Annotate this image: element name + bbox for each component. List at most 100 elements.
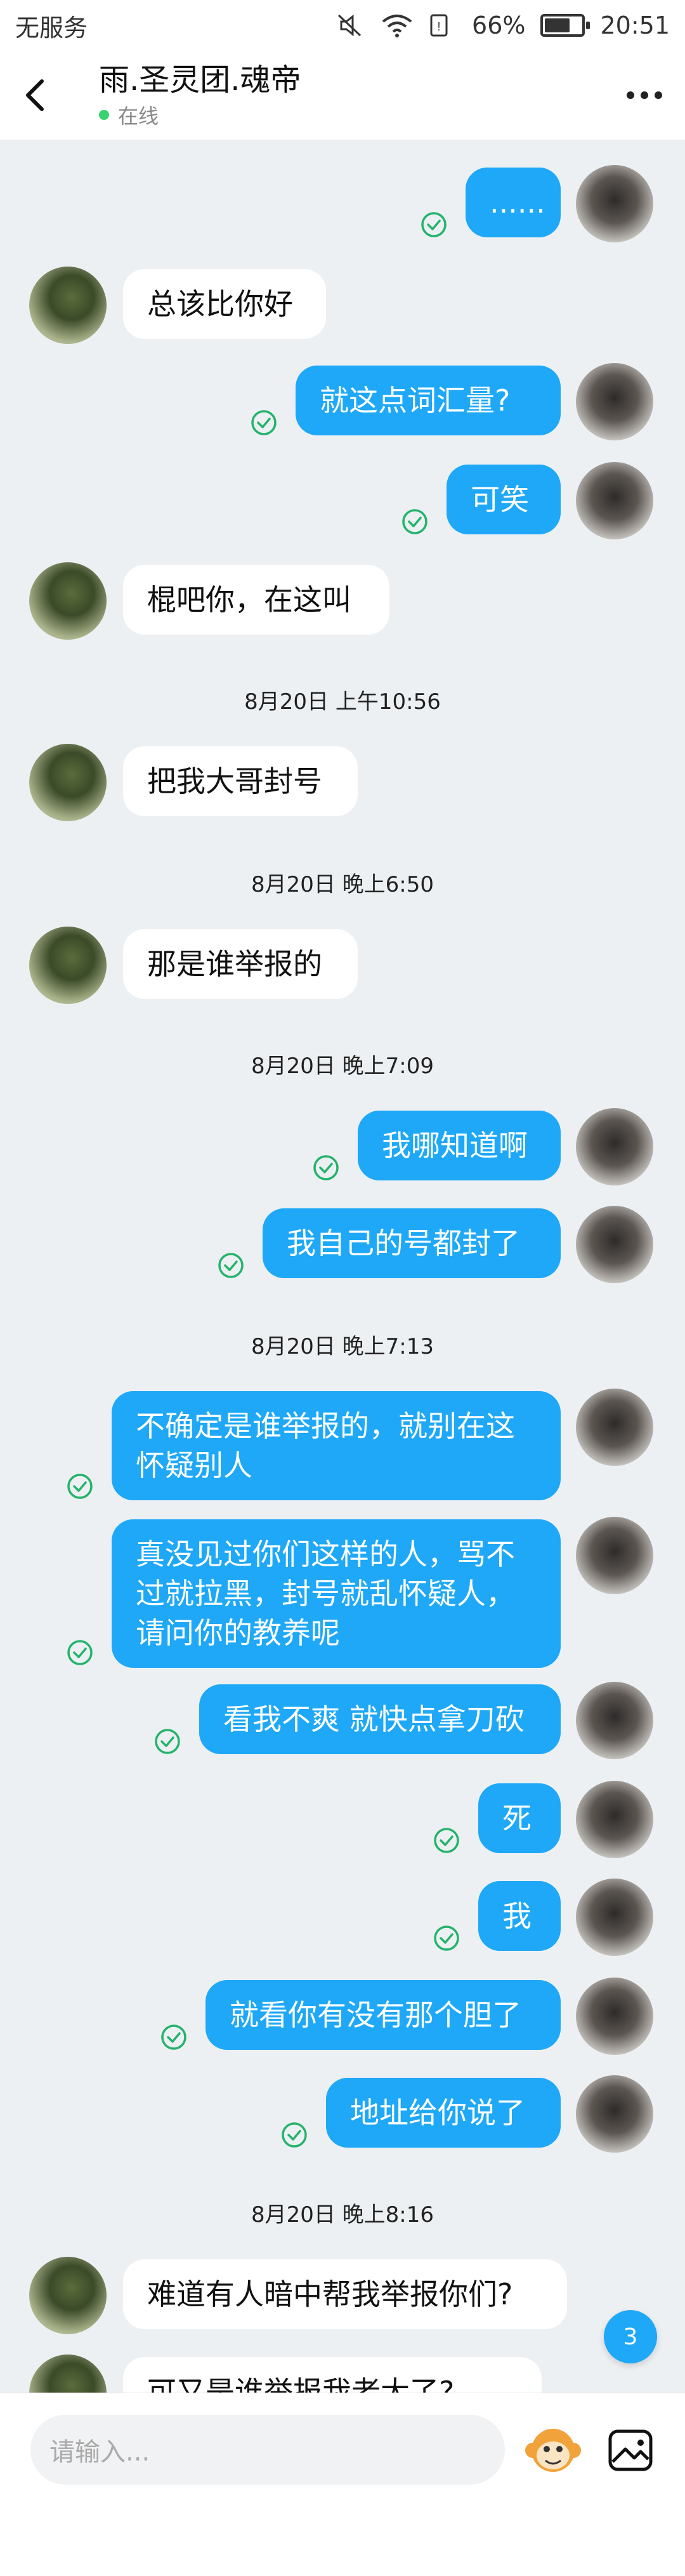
my-avatar[interactable]: [576, 1781, 653, 1858]
message-text: 我哪知道啊: [382, 1128, 528, 1163]
message-bubble[interactable]: ......: [466, 168, 561, 237]
received-message: 那是谁举报的: [0, 927, 685, 1004]
message-bubble[interactable]: 总该比你好: [123, 269, 326, 339]
check-circle-icon: [217, 1252, 245, 1279]
check-circle-icon: [312, 1154, 340, 1182]
check-circle-icon: [153, 1727, 181, 1755]
sent-message: 就看你有没有那个胆了: [0, 1978, 685, 2055]
message-text: 总该比你好: [147, 287, 293, 321]
check-circle-icon: [280, 2121, 308, 2149]
message-text: 我自己的号都封了: [287, 1226, 520, 1260]
message-text-line: 真没见过你们这样的人，骂不: [136, 1537, 515, 1571]
my-avatar[interactable]: [576, 1389, 653, 1466]
check-circle-icon: [401, 508, 429, 536]
chat-header: 雨.圣灵团.魂帝 在线: [0, 51, 685, 140]
contact-avatar[interactable]: [29, 267, 107, 344]
my-avatar[interactable]: [576, 1517, 653, 1594]
message-bubble[interactable]: 棍吧你，在这叫: [123, 565, 389, 635]
online-dot: [99, 110, 109, 120]
timestamp: 8月20日 上午10:56: [244, 689, 441, 715]
my-avatar[interactable]: [576, 1879, 653, 1956]
message-text-line: 请问你的教养呢: [136, 1616, 340, 1650]
back-button[interactable]: [23, 67, 80, 124]
message-text-line: 过就拉黑，封号就乱怀疑人，: [136, 1576, 515, 1611]
message-text: 棍吧你，在这叫: [147, 583, 351, 617]
message-bubble[interactable]: 地址给你说了: [326, 2078, 561, 2148]
message-text: 可又是谁举报我老大了?: [147, 2375, 455, 2393]
message-bubble[interactable]: 把我大哥封号: [123, 746, 358, 816]
my-avatar[interactable]: [576, 462, 653, 539]
message-bubble[interactable]: 就看你有没有那个胆了: [206, 1980, 561, 2050]
more-button[interactable]: [605, 67, 662, 124]
received-message: 可又是谁举报我老大了?: [0, 2355, 685, 2393]
my-avatar[interactable]: [576, 165, 653, 242]
message-text: 那是谁举报的: [147, 947, 322, 981]
contact-name[interactable]: 雨.圣灵团.魂帝: [99, 61, 605, 99]
contact-avatar[interactable]: [29, 2355, 107, 2393]
check-circle-icon: [160, 2023, 188, 2051]
contact-avatar[interactable]: [29, 744, 107, 821]
battery-icon: [540, 14, 590, 37]
timestamp: 8月20日 晚上8:16: [251, 2202, 434, 2228]
my-avatar[interactable]: [576, 1682, 653, 1759]
message-bubble[interactable]: 可又是谁举报我老大了?: [123, 2357, 542, 2393]
sent-message: 看我不爽 就快点拿刀砍: [0, 1682, 685, 1759]
message-text: ......: [490, 185, 545, 220]
my-avatar[interactable]: [576, 2075, 653, 2153]
message-bubble[interactable]: 死: [478, 1783, 561, 1853]
my-avatar[interactable]: [576, 1206, 653, 1283]
message-bubble[interactable]: 就这点词汇量?: [296, 366, 561, 435]
message-text: 就看你有没有那个胆了: [230, 1998, 521, 2032]
sent-message: 我: [0, 1879, 685, 1956]
battery-percent: 66%: [472, 11, 526, 39]
message-list[interactable]: ...... 总该比你好就这点词汇量? 可笑棍吧你，在这叫 8月20日 上午10:56…: [0, 140, 685, 2393]
check-circle-icon: [66, 1639, 94, 1667]
timestamp: 8月20日 晚上7:09: [251, 1054, 434, 1079]
message-text: 难道有人暗中帮我举报你们?: [147, 2277, 513, 2311]
message-bubble[interactable]: 我哪知道啊: [358, 1111, 561, 1180]
message-bubble[interactable]: 我自己的号都封了: [263, 1208, 561, 1278]
sent-message: 地址给你说了: [0, 2075, 685, 2153]
emoji-monkey-icon: [525, 2429, 581, 2472]
contact-avatar[interactable]: [29, 562, 107, 640]
received-message: 总该比你好: [0, 267, 685, 344]
sent-message: 可笑: [0, 462, 685, 539]
sent-message: 不确定是谁举报的，就别在这 怀疑别人: [0, 1389, 685, 1500]
my-avatar[interactable]: [576, 1108, 653, 1186]
my-avatar[interactable]: [576, 363, 653, 440]
message-bubble[interactable]: 我: [478, 1881, 561, 1951]
received-message: 把我大哥封号: [0, 744, 685, 821]
contact-avatar[interactable]: [29, 2257, 107, 2334]
more-dots-icon: [627, 91, 634, 99]
message-bubble[interactable]: 那是谁举报的: [123, 929, 358, 999]
svg-text:!: !: [438, 20, 441, 33]
online-status: 在线: [99, 100, 605, 129]
sent-message: 死: [0, 1781, 685, 1858]
contact-avatar[interactable]: [29, 927, 107, 1004]
sim-icon: !: [426, 13, 457, 38]
sent-message: 我自己的号都封了: [0, 1206, 685, 1283]
received-message: 棍吧你，在这叫: [0, 562, 685, 640]
message-bubble[interactable]: 难道有人暗中帮我举报你们?: [123, 2259, 567, 2329]
message-bubble[interactable]: 看我不爽 就快点拿刀砍: [199, 1684, 561, 1754]
message-text: 就这点词汇量?: [320, 383, 511, 418]
online-status-label: 在线: [118, 104, 159, 128]
check-circle-icon: [433, 1924, 460, 1952]
message-text-line: 不确定是谁举报的，就别在这: [136, 1409, 515, 1443]
check-circle-icon: [66, 1472, 94, 1500]
timestamp: 8月20日 晚上6:50: [251, 872, 434, 897]
unread-badge[interactable]: 3: [604, 2310, 657, 2363]
sent-message: 我哪知道啊: [0, 1108, 685, 1186]
message-bubble[interactable]: 真没见过你们这样的人，骂不 过就拉黑，封号就乱怀疑人， 请问你的教养呢: [112, 1519, 561, 1668]
image-button[interactable]: [606, 2426, 655, 2474]
battery-level: [545, 18, 570, 32]
clock: 20:51: [600, 11, 670, 39]
message-input[interactable]: 请输入...: [30, 2415, 505, 2485]
my-avatar[interactable]: [576, 1978, 653, 2055]
status-bar: 无服务 ! 66% 20:51: [0, 0, 685, 51]
message-bubble[interactable]: 可笑: [447, 465, 561, 534]
emoji-button[interactable]: [524, 2421, 582, 2480]
message-bubble[interactable]: 不确定是谁举报的，就别在这 怀疑别人: [112, 1391, 561, 1500]
message-text: 地址给你说了: [350, 2096, 525, 2130]
message-text: 看我不爽 就快点拿刀砍: [223, 1702, 525, 1736]
